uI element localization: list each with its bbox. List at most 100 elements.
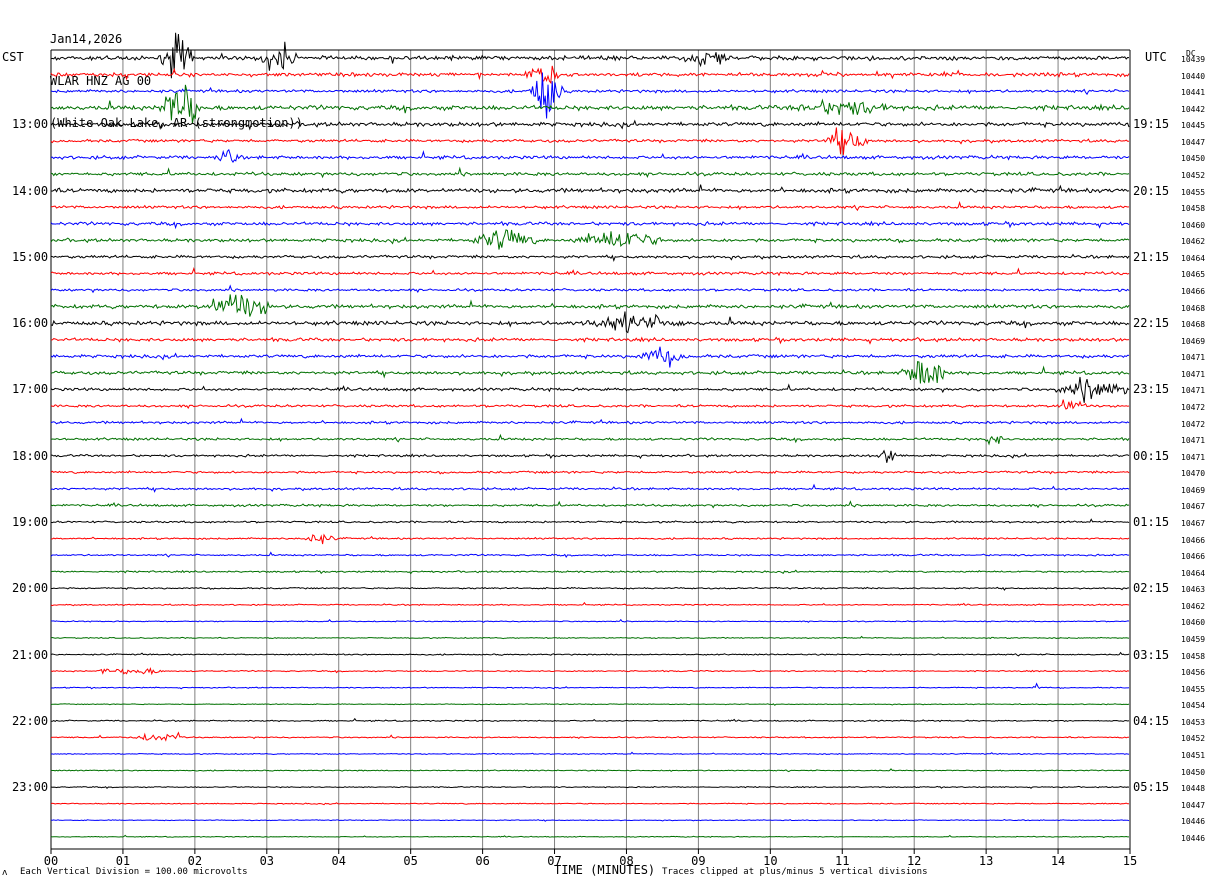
seismic-trace (51, 586, 1130, 591)
left-hour-label: 21:00 (12, 647, 49, 662)
x-tick-label: 12 (906, 854, 922, 868)
seismic-trace (50, 294, 1130, 317)
seismic-trace (50, 635, 1130, 640)
left-hour-label: 20:00 (12, 581, 49, 596)
seismic-trace (50, 500, 1130, 509)
right-hour-label: 00:15 (1133, 448, 1170, 463)
seismic-trace (50, 266, 1130, 277)
x-tick-label: 00 (43, 854, 59, 868)
dc-offset-label: 10439 (1181, 55, 1206, 64)
dc-offset-label: 10468 (1181, 320, 1206, 330)
x-tick-label: 06 (475, 854, 490, 868)
seismic-trace (50, 651, 1130, 657)
left-hour-label: 15:00 (12, 249, 49, 264)
x-tick-label: 15 (1122, 854, 1138, 868)
right-hour-label: 02:15 (1133, 581, 1170, 596)
dc-offset-label: 10466 (1181, 535, 1206, 545)
seismic-trace (50, 399, 1130, 410)
dc-offset-label: 10442 (1181, 104, 1206, 114)
seismic-trace (50, 336, 1130, 345)
dc-offset-label: 10452 (1181, 170, 1206, 180)
dc-offset-label: 10454 (1181, 701, 1206, 711)
right-hour-label: 21:15 (1133, 249, 1170, 264)
dc-offset-label: 10472 (1181, 419, 1206, 429)
left-hour-label: 13:00 (12, 117, 49, 132)
dc-offset-label: 10462 (1181, 601, 1206, 611)
seismic-trace (50, 119, 1130, 131)
x-tick-label: 05 (403, 854, 418, 868)
seismic-trace (50, 834, 1129, 839)
seismic-trace (51, 717, 1130, 723)
seismic-trace (50, 311, 1130, 334)
x-tick-label: 09 (691, 854, 706, 868)
seismic-trace (50, 551, 1129, 558)
seismic-trace (50, 483, 1130, 493)
dc-offset-label: 10441 (1181, 88, 1206, 98)
dc-offset-label: 10451 (1181, 750, 1206, 760)
left-hour-label: 14:00 (12, 183, 49, 198)
left-hour-label: 16:00 (12, 316, 49, 331)
seismic-trace (50, 346, 1130, 368)
clip-note: Traces clipped at plus/minus 5 vertical … (662, 867, 928, 877)
seismic-trace (50, 417, 1130, 425)
dc-offset-label: 10472 (1181, 402, 1206, 412)
right-hour-label: 23:15 (1133, 382, 1170, 397)
right-hour-label: 05:15 (1133, 780, 1170, 795)
dc-offset-label: 10468 (1181, 303, 1206, 313)
dc-offset-label: 10467 (1181, 502, 1206, 512)
dc-offset-label: 10447 (1181, 800, 1206, 810)
seismic-trace (50, 253, 1130, 262)
seismic-trace (50, 569, 1130, 575)
x-tick-label: 03 (259, 854, 275, 868)
seismic-trace (50, 731, 1130, 742)
seismic-trace (50, 618, 1130, 623)
seismic-trace (50, 127, 1130, 155)
right-hour-label: 19:15 (1133, 117, 1170, 132)
x-tick-label: 02 (187, 854, 203, 868)
seismic-trace (50, 470, 1130, 475)
seismic-trace (50, 703, 1130, 706)
dc-offset-label: 10458 (1181, 204, 1206, 214)
dc-offset-label: 10469 (1181, 485, 1206, 495)
dc-offset-label: 10463 (1181, 585, 1206, 595)
seismogram-plot (50, 32, 1131, 854)
seismic-trace (50, 785, 1130, 790)
seismic-trace (50, 65, 1130, 85)
dc-offset-label: 10450 (1181, 154, 1206, 164)
dc-offset-label: 10440 (1181, 71, 1206, 81)
x-tick-label: 11 (835, 854, 850, 868)
right-hour-label: 01:15 (1133, 514, 1170, 529)
dc-offset-label: 10464 (1181, 568, 1206, 578)
dc-offset-label: 10455 (1181, 187, 1206, 197)
dc-offset-label: 10471 (1181, 452, 1206, 462)
seismic-trace (50, 376, 1130, 403)
dc-offset-label: 10471 (1181, 353, 1206, 363)
left-hour-label: 17:00 (12, 382, 49, 397)
dc-offset-label: 10446 (1181, 833, 1206, 843)
seismic-trace (50, 601, 1130, 607)
seismic-trace (50, 667, 1130, 676)
seismic-trace (51, 200, 1130, 212)
dc-offset-label: 10447 (1181, 137, 1206, 147)
seismic-trace (50, 229, 1130, 250)
dc-offset-label: 10471 (1181, 369, 1206, 379)
seismic-trace (50, 768, 1130, 773)
dc-offset-label: 10456 (1181, 668, 1206, 678)
right-hour-label: 20:15 (1133, 183, 1170, 198)
seismic-trace (50, 433, 1130, 446)
dc-offset-label: 10471 (1181, 386, 1206, 396)
seismic-trace (50, 449, 1130, 463)
dc-offset-label: 10460 (1181, 220, 1206, 230)
dc-offset-label: 10452 (1181, 734, 1206, 744)
left-hour-label: 23:00 (12, 780, 49, 795)
seismic-trace (50, 284, 1130, 294)
dc-offset-label: 10470 (1181, 469, 1206, 479)
seismic-trace (50, 220, 1130, 230)
seismic-trace (50, 360, 1130, 384)
right-hour-label: 04:15 (1133, 713, 1170, 728)
seismic-trace (50, 802, 1129, 806)
dc-offset-label: 10445 (1181, 121, 1206, 131)
seismic-trace (50, 166, 1130, 179)
dc-offset-label: 10464 (1181, 253, 1206, 263)
seismic-trace (50, 184, 1130, 195)
